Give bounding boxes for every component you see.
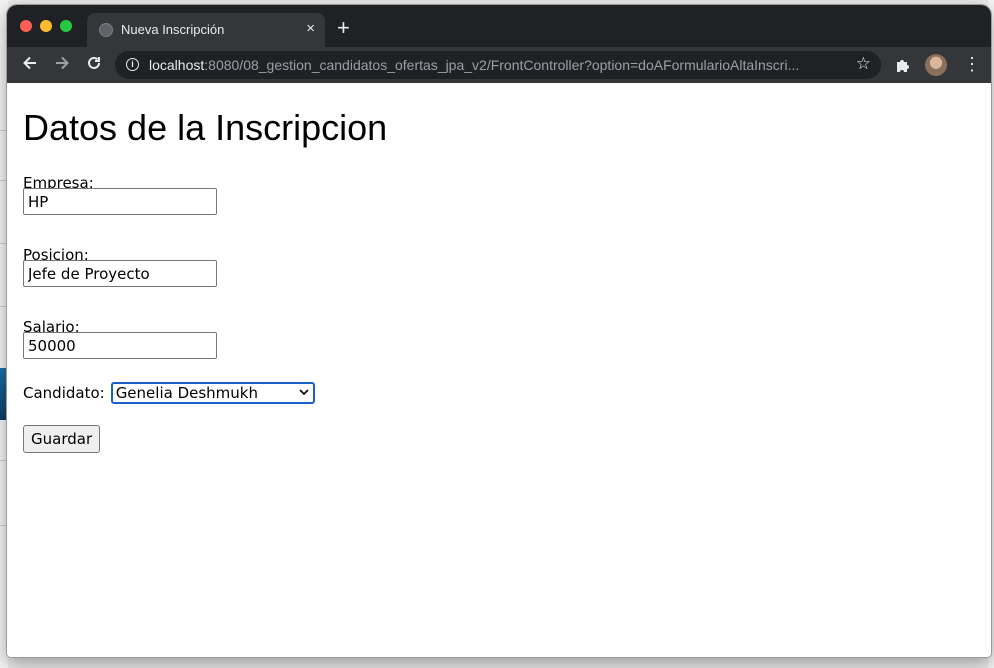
candidato-row: Candidato: Genelia Deshmukh: [23, 382, 315, 404]
zoom-window-button[interactable]: [60, 20, 72, 32]
salario-input[interactable]: [23, 332, 217, 359]
browser-window: Nueva Inscripción × + i localhost:8080/0…: [7, 5, 991, 657]
empresa-input[interactable]: [23, 188, 217, 215]
page-title: Datos de la Inscripcion: [23, 107, 388, 148]
kebab-menu-icon[interactable]: ⋮: [963, 55, 981, 73]
window-controls: [20, 20, 72, 32]
url-path: :8080/08_gestion_candidatos_ofertas_jpa_…: [204, 57, 800, 73]
info-icon[interactable]: i: [126, 58, 139, 71]
puzzle-icon[interactable]: [895, 57, 911, 73]
address-bar[interactable]: i localhost:8080/08_gestion_candidatos_o…: [115, 51, 881, 79]
tab-title: Nueva Inscripción: [121, 22, 225, 37]
arrow-left-icon[interactable]: [21, 54, 39, 77]
new-tab-button[interactable]: +: [337, 17, 350, 39]
tab-active[interactable]: Nueva Inscripción ×: [87, 13, 325, 47]
arrow-right-icon[interactable]: [53, 54, 71, 77]
chevron-down-icon: [299, 384, 309, 402]
globe-icon: [99, 23, 113, 37]
candidato-label: Candidato:: [23, 384, 105, 402]
reload-icon[interactable]: [85, 54, 103, 77]
posicion-input[interactable]: [23, 260, 217, 287]
url-text[interactable]: localhost:8080/08_gestion_candidatos_ofe…: [149, 57, 839, 73]
minimize-window-button[interactable]: [40, 20, 52, 32]
page-content: Datos de la Inscripcion Empresa: Posicio…: [7, 83, 991, 657]
candidato-selected-value: Genelia Deshmukh: [115, 384, 258, 402]
close-window-button[interactable]: [20, 20, 32, 32]
avatar[interactable]: [925, 54, 947, 76]
close-icon[interactable]: ×: [306, 20, 315, 38]
star-icon[interactable]: ☆: [856, 54, 871, 74]
candidato-select[interactable]: Genelia Deshmukh: [110, 382, 315, 404]
browser-toolbar: i localhost:8080/08_gestion_candidatos_o…: [7, 47, 991, 83]
guardar-button[interactable]: Guardar: [23, 425, 101, 453]
url-host: localhost: [149, 57, 205, 73]
title-bar: Nueva Inscripción × +: [7, 5, 991, 47]
